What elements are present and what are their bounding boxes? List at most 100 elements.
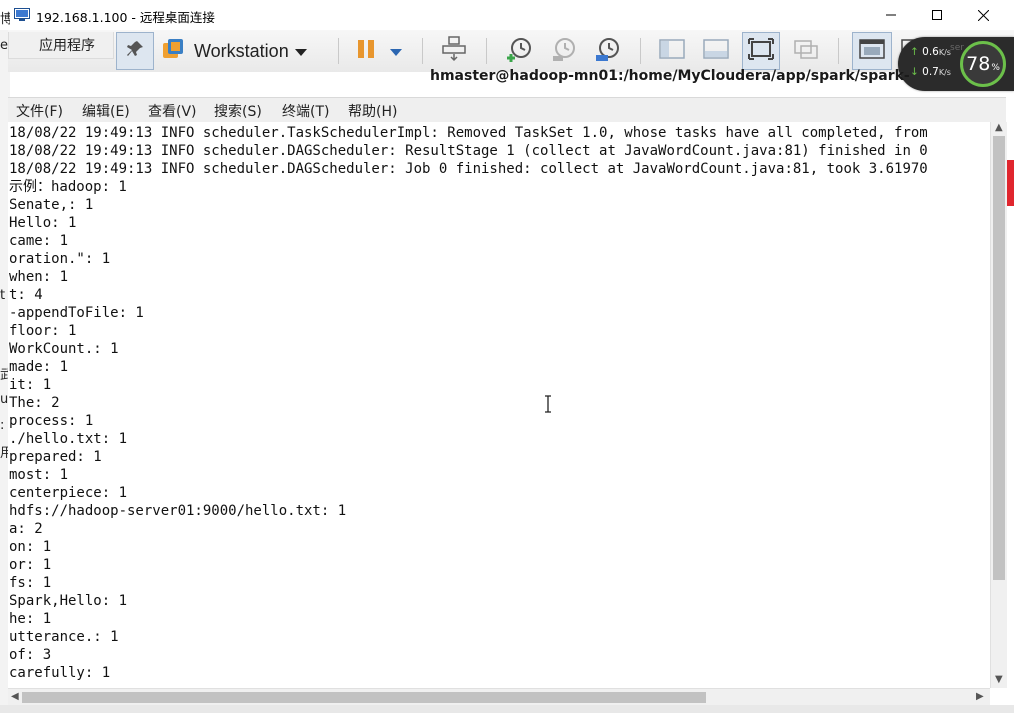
workstation-label: Workstation [194,40,289,61]
download-speed: ↓ 0.7K/s [910,66,951,78]
gauge-unit: % [991,63,1000,73]
vmware-toolbar: 应用程序 Workstation [8,30,1014,72]
terminal-line: 18/08/22 19:49:13 INFO scheduler.DAGSche… [9,161,928,177]
upload-value: 0.6 [922,46,939,58]
terminal-line: on: 1 [9,539,52,555]
scroll-down-icon[interactable]: ▼ [995,674,1003,685]
terminal-line: prepared: 1 [9,449,102,465]
vertical-scroll-thumb[interactable] [993,136,1005,580]
terminal-line: Hello: 1 [9,215,77,231]
toolbar-separator [422,38,423,64]
horizontal-scrollbar[interactable]: ◀ ▶ [8,688,990,706]
unity-button[interactable] [788,32,824,70]
snapshot-add-icon [506,35,534,67]
ghost-label: server01 [950,43,964,53]
terminal-line: made: 1 [9,359,69,375]
cpu-usage-gauge: 78% [960,41,1006,87]
full-screen-icon [748,38,774,64]
applications-menu-button[interactable]: 应用程序 [8,32,114,59]
terminal-line: a: 2 [9,521,43,537]
library-panel-icon [659,38,685,64]
revert-snapshot-button[interactable] [546,32,582,70]
full-screen-button[interactable] [742,32,780,70]
keyboard-send-icon [440,35,468,67]
rdp-window-title: 192.168.1.100 - 远程桌面连接 [36,10,215,25]
terminal-line: centerpiece: 1 [9,485,128,501]
terminal-line: utterance.: 1 [9,629,119,645]
terminal-line: 18/08/22 19:49:13 INFO scheduler.DAGSche… [9,143,928,159]
terminal-line: 示例：hadoop: 1 [9,179,127,195]
terminal-line: of: 3 [9,647,52,663]
network-monitor-widget[interactable]: ↑ 0.6K/s ↓ 0.7K/s server01 78% [898,37,1014,91]
terminal-menu-bar: 文件(F) 编辑(E) 查看(V) 搜索(S) 终端(T) 帮助(H) [8,97,1006,122]
terminal-line: when: 1 [9,269,69,285]
terminal-line: floor: 1 [9,323,77,339]
pause-button[interactable] [350,32,382,70]
bottom-window-strip [0,705,1014,713]
arrow-down-icon: ↓ [910,66,919,78]
show-library-button[interactable] [654,32,690,70]
menu-search[interactable]: 搜索(S) [214,101,262,121]
thumbnail-bar-icon [703,38,729,64]
horizontal-scroll-thumb[interactable] [22,692,706,703]
text-cursor-icon [544,395,552,413]
scroll-left-icon[interactable]: ◀ [11,691,19,702]
terminal-line: carefully: 1 [9,665,111,681]
apps-label: 应用程序 [39,38,95,54]
arrow-up-icon: ↑ [910,46,919,58]
terminal-window-title: hmaster@hadoop-mn01:/home/MyCloudera/app… [430,68,910,84]
scroll-right-icon[interactable]: ▶ [976,691,984,702]
menu-terminal[interactable]: 终端(T) [282,101,329,121]
remote-desktop-icon [14,7,30,21]
gauge-value: 78 [966,53,991,75]
download-unit: K/s [938,68,951,77]
show-thumbnail-bar-button[interactable] [698,32,734,70]
terminal-line: oration.": 1 [9,251,111,267]
unity-icon [793,38,819,64]
close-button[interactable] [960,0,1006,30]
console-view-button[interactable] [852,32,892,70]
maximize-button[interactable] [914,0,960,30]
terminal-line: process: 1 [9,413,94,429]
terminal-line: ./hello.txt: 1 [9,431,128,447]
pin-toolbar-button[interactable] [116,32,154,70]
take-snapshot-button[interactable] [502,32,538,70]
terminal-line: t: 4 [9,287,43,303]
workstation-menu-button[interactable]: Workstation [194,32,334,70]
terminal-output[interactable]: 18/08/22 19:49:13 INFO scheduler.TaskSch… [8,122,990,688]
vmware-logo [160,32,186,70]
menu-view[interactable]: 查看(V) [148,101,197,121]
toolbar-separator [838,38,839,64]
snapshot-manager-button[interactable] [590,32,626,70]
pin-icon [125,39,145,63]
terminal-line: The: 2 [9,395,60,411]
terminal-line: came: 1 [9,233,69,249]
send-ctrl-alt-del-button[interactable] [436,32,472,70]
minimize-button[interactable] [868,0,914,30]
toolbar-separator [338,38,339,64]
vmware-logo-icon [162,38,184,64]
terminal-line: -appendToFile: 1 [9,305,144,321]
terminal-line: fs: 1 [9,575,52,591]
terminal-line: it: 1 [9,377,52,393]
toolbar-separator [486,38,487,64]
power-dropdown-button[interactable] [386,32,406,70]
terminal-line: 18/08/22 19:49:13 INFO scheduler.TaskSch… [9,125,928,141]
menu-file[interactable]: 文件(F) [16,101,63,121]
rdp-title-bar: 192.168.1.100 - 远程桌面连接 [0,0,1014,31]
terminal-line: Spark,Hello: 1 [9,593,128,609]
vertical-scrollbar[interactable]: ▲ ▼ [990,122,1007,688]
toolbar-separator [640,38,641,64]
console-view-icon [859,38,885,64]
scroll-up-icon[interactable]: ▲ [995,122,1003,133]
terminal-line: most: 1 [9,467,69,483]
upload-speed: ↑ 0.6K/s [910,46,951,58]
snapshot-revert-icon [550,35,578,67]
terminal-line: or: 1 [9,557,52,573]
terminal-line: Senate,: 1 [9,197,94,213]
chevron-down-icon [390,42,402,61]
menu-help[interactable]: 帮助(H) [348,101,397,121]
pause-icon [355,38,377,64]
background-text-fragment: 博 [0,12,10,27]
menu-edit[interactable]: 编辑(E) [82,101,130,121]
